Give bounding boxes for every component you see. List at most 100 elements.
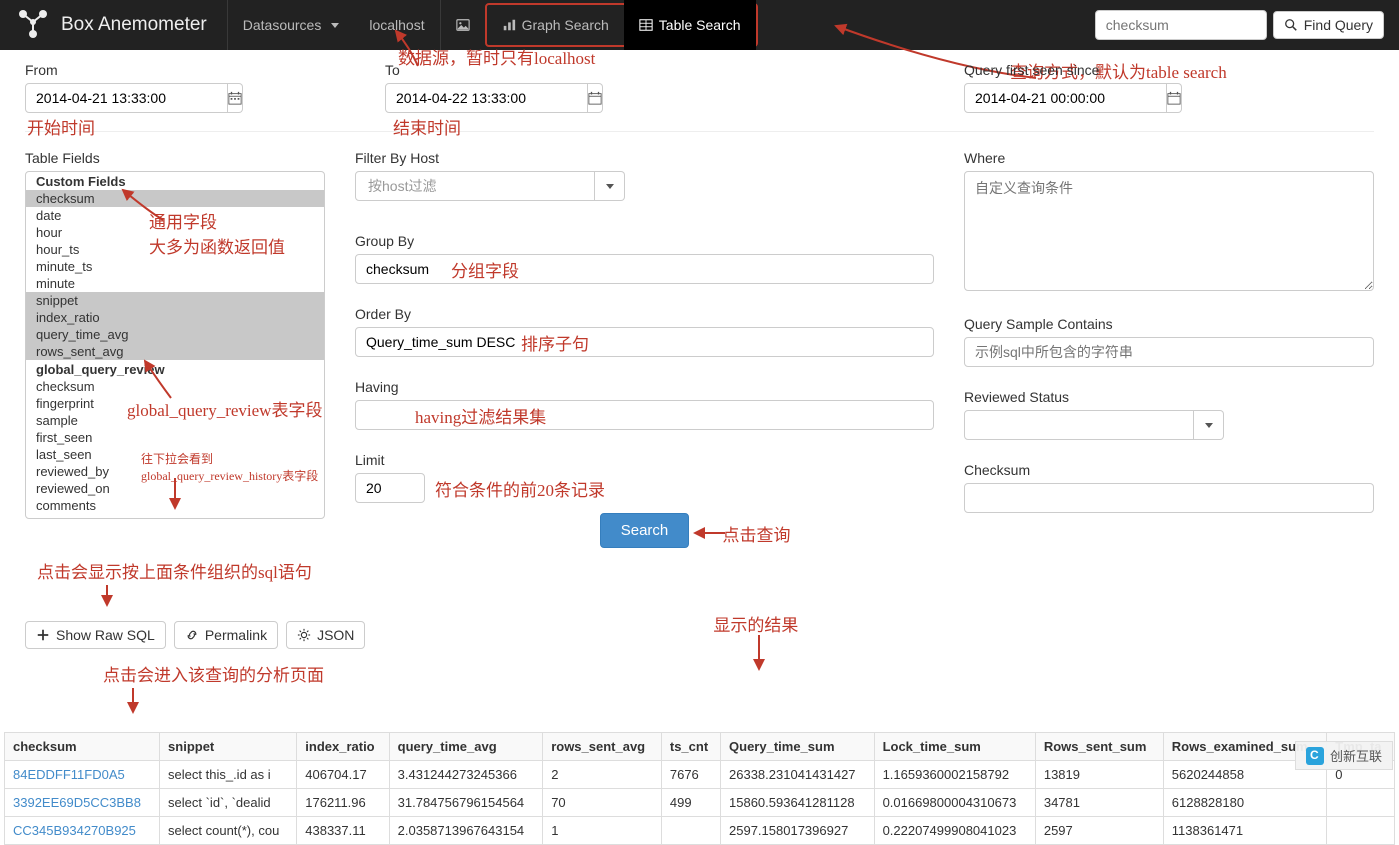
from-calendar-button[interactable] xyxy=(228,83,243,113)
filter-host-label: Filter By Host xyxy=(355,150,934,166)
reviewed-status-label: Reviewed Status xyxy=(964,389,1374,405)
table-row: 84EDDFF11FD0A5select this_.id as i406704… xyxy=(5,761,1395,789)
to-input[interactable] xyxy=(385,83,588,113)
first-seen-label: Query first seen since xyxy=(964,62,1374,78)
watermark-logo-icon xyxy=(1306,747,1324,765)
field-option[interactable]: minute_ts xyxy=(26,258,324,275)
search-button[interactable]: Search xyxy=(600,513,690,548)
reviewed-status-dropdown[interactable] xyxy=(1194,410,1224,440)
first-seen-calendar-button[interactable] xyxy=(1167,83,1182,113)
column-header[interactable]: query_time_avg xyxy=(389,733,543,761)
caret-down-icon xyxy=(1205,423,1213,428)
column-header[interactable]: ts_cnt xyxy=(661,733,720,761)
find-query-button[interactable]: Find Query xyxy=(1273,11,1384,39)
nav-host[interactable]: localhost xyxy=(354,0,439,50)
checksum-search-input[interactable] xyxy=(1095,10,1267,40)
field-option[interactable]: rows_sent_avg xyxy=(26,343,324,360)
plus-icon xyxy=(36,628,50,642)
group-by-input[interactable] xyxy=(355,254,934,284)
filter-host-dropdown[interactable] xyxy=(595,171,625,201)
field-option[interactable]: first_seen xyxy=(26,429,324,446)
anno-search: 点击查询 xyxy=(723,521,791,546)
from-input[interactable] xyxy=(25,83,228,113)
sample-contains-label: Query Sample Contains xyxy=(964,316,1374,332)
show-raw-sql-button[interactable]: Show Raw SQL xyxy=(25,621,166,649)
column-header[interactable]: rows_sent_avg xyxy=(543,733,662,761)
search-icon xyxy=(1284,18,1298,32)
anemometer-icon xyxy=(15,4,51,46)
where-label: Where xyxy=(964,150,1374,166)
to-calendar-button[interactable] xyxy=(588,83,603,113)
calendar-icon xyxy=(1167,91,1181,105)
column-header[interactable]: snippet xyxy=(160,733,297,761)
order-by-label: Order By xyxy=(355,306,934,322)
from-label: From xyxy=(25,62,355,78)
where-input[interactable] xyxy=(964,171,1374,291)
json-button[interactable]: JSON xyxy=(286,621,365,649)
table-icon xyxy=(639,18,653,32)
checksum-input[interactable] xyxy=(964,483,1374,513)
reviewed-status-value xyxy=(964,410,1194,440)
nav-datasources[interactable]: Datasources xyxy=(228,0,355,50)
field-option[interactable]: fingerprint xyxy=(26,395,324,412)
having-label: Having xyxy=(355,379,934,395)
anno-limit: 符合条件的前20条记录 xyxy=(435,476,605,501)
calendar-icon xyxy=(228,91,242,105)
first-seen-input[interactable] xyxy=(964,83,1167,113)
anno-row-click: 点击会进入该查询的分析页面 xyxy=(103,661,1374,686)
sample-contains-input[interactable] xyxy=(964,337,1374,367)
column-header[interactable]: checksum xyxy=(5,733,160,761)
field-option[interactable]: comments xyxy=(26,497,324,514)
nav-graph-search[interactable]: Graph Search xyxy=(487,0,624,50)
link-icon xyxy=(185,628,199,642)
having-input[interactable] xyxy=(355,400,934,430)
field-option[interactable]: snippet xyxy=(26,292,324,309)
anno-results: 显示的结果 xyxy=(713,611,798,636)
field-option[interactable]: minute xyxy=(26,275,324,292)
caret-down-icon xyxy=(331,23,339,28)
column-header[interactable]: Lock_time_sum xyxy=(874,733,1035,761)
to-label: To xyxy=(385,62,934,78)
brand-label: Box Anemometer xyxy=(61,14,207,36)
table-row: 3392EE69D5CC3BB8select `id`, `dealid1762… xyxy=(5,789,1395,817)
order-by-input[interactable] xyxy=(355,327,934,357)
column-header[interactable]: index_ratio xyxy=(297,733,389,761)
caret-down-icon xyxy=(606,184,614,189)
checksum-link[interactable]: CC345B934270B925 xyxy=(13,823,136,838)
field-option[interactable]: hour_ts xyxy=(26,241,324,258)
column-header[interactable]: Query_time_sum xyxy=(721,733,875,761)
brand[interactable]: Box Anemometer xyxy=(15,4,207,46)
anno-raw-sql: 点击会显示按上面条件组织的sql语句 xyxy=(37,558,1374,583)
calendar-icon xyxy=(588,91,602,105)
field-option[interactable]: hour xyxy=(26,224,324,241)
checksum-link[interactable]: 3392EE69D5CC3BB8 xyxy=(13,795,141,810)
field-option[interactable]: reviewed_on xyxy=(26,480,324,497)
field-option[interactable]: query_time_avg xyxy=(26,326,324,343)
field-option[interactable]: checksum xyxy=(26,190,324,207)
anno-to: 结束时间 xyxy=(393,114,461,139)
field-option[interactable]: sample xyxy=(26,412,324,429)
limit-label: Limit xyxy=(355,452,934,468)
nav-image-icon[interactable] xyxy=(441,0,485,50)
table-row: CC345B934270B925select count(*), cou4383… xyxy=(5,817,1395,845)
nav-table-search[interactable]: Table Search xyxy=(624,0,756,50)
limit-input[interactable] xyxy=(355,473,425,503)
chart-icon xyxy=(502,18,516,32)
filter-host-value: 按host过滤 xyxy=(355,171,595,201)
field-option[interactable]: reviewed_by xyxy=(26,463,324,480)
watermark: 创新互联 xyxy=(1295,741,1393,770)
group-by-label: Group By xyxy=(355,233,934,249)
table-fields-select[interactable]: Custom Fieldschecksumdatehourhour_tsminu… xyxy=(25,171,325,519)
column-header[interactable]: Rows_sent_sum xyxy=(1035,733,1163,761)
field-option[interactable]: last_seen xyxy=(26,446,324,463)
results-table: checksumsnippetindex_ratioquery_time_avg… xyxy=(4,732,1395,845)
permalink-button[interactable]: Permalink xyxy=(174,621,278,649)
field-option[interactable]: date xyxy=(26,207,324,224)
field-option[interactable]: global_query_review xyxy=(26,360,324,378)
checksum-link[interactable]: 84EDDFF11FD0A5 xyxy=(13,767,125,782)
table-fields-label: Table Fields xyxy=(25,150,325,166)
checksum-label: Checksum xyxy=(964,462,1374,478)
field-option[interactable]: Custom Fields xyxy=(26,172,324,190)
field-option[interactable]: index_ratio xyxy=(26,309,324,326)
field-option[interactable]: checksum xyxy=(26,378,324,395)
